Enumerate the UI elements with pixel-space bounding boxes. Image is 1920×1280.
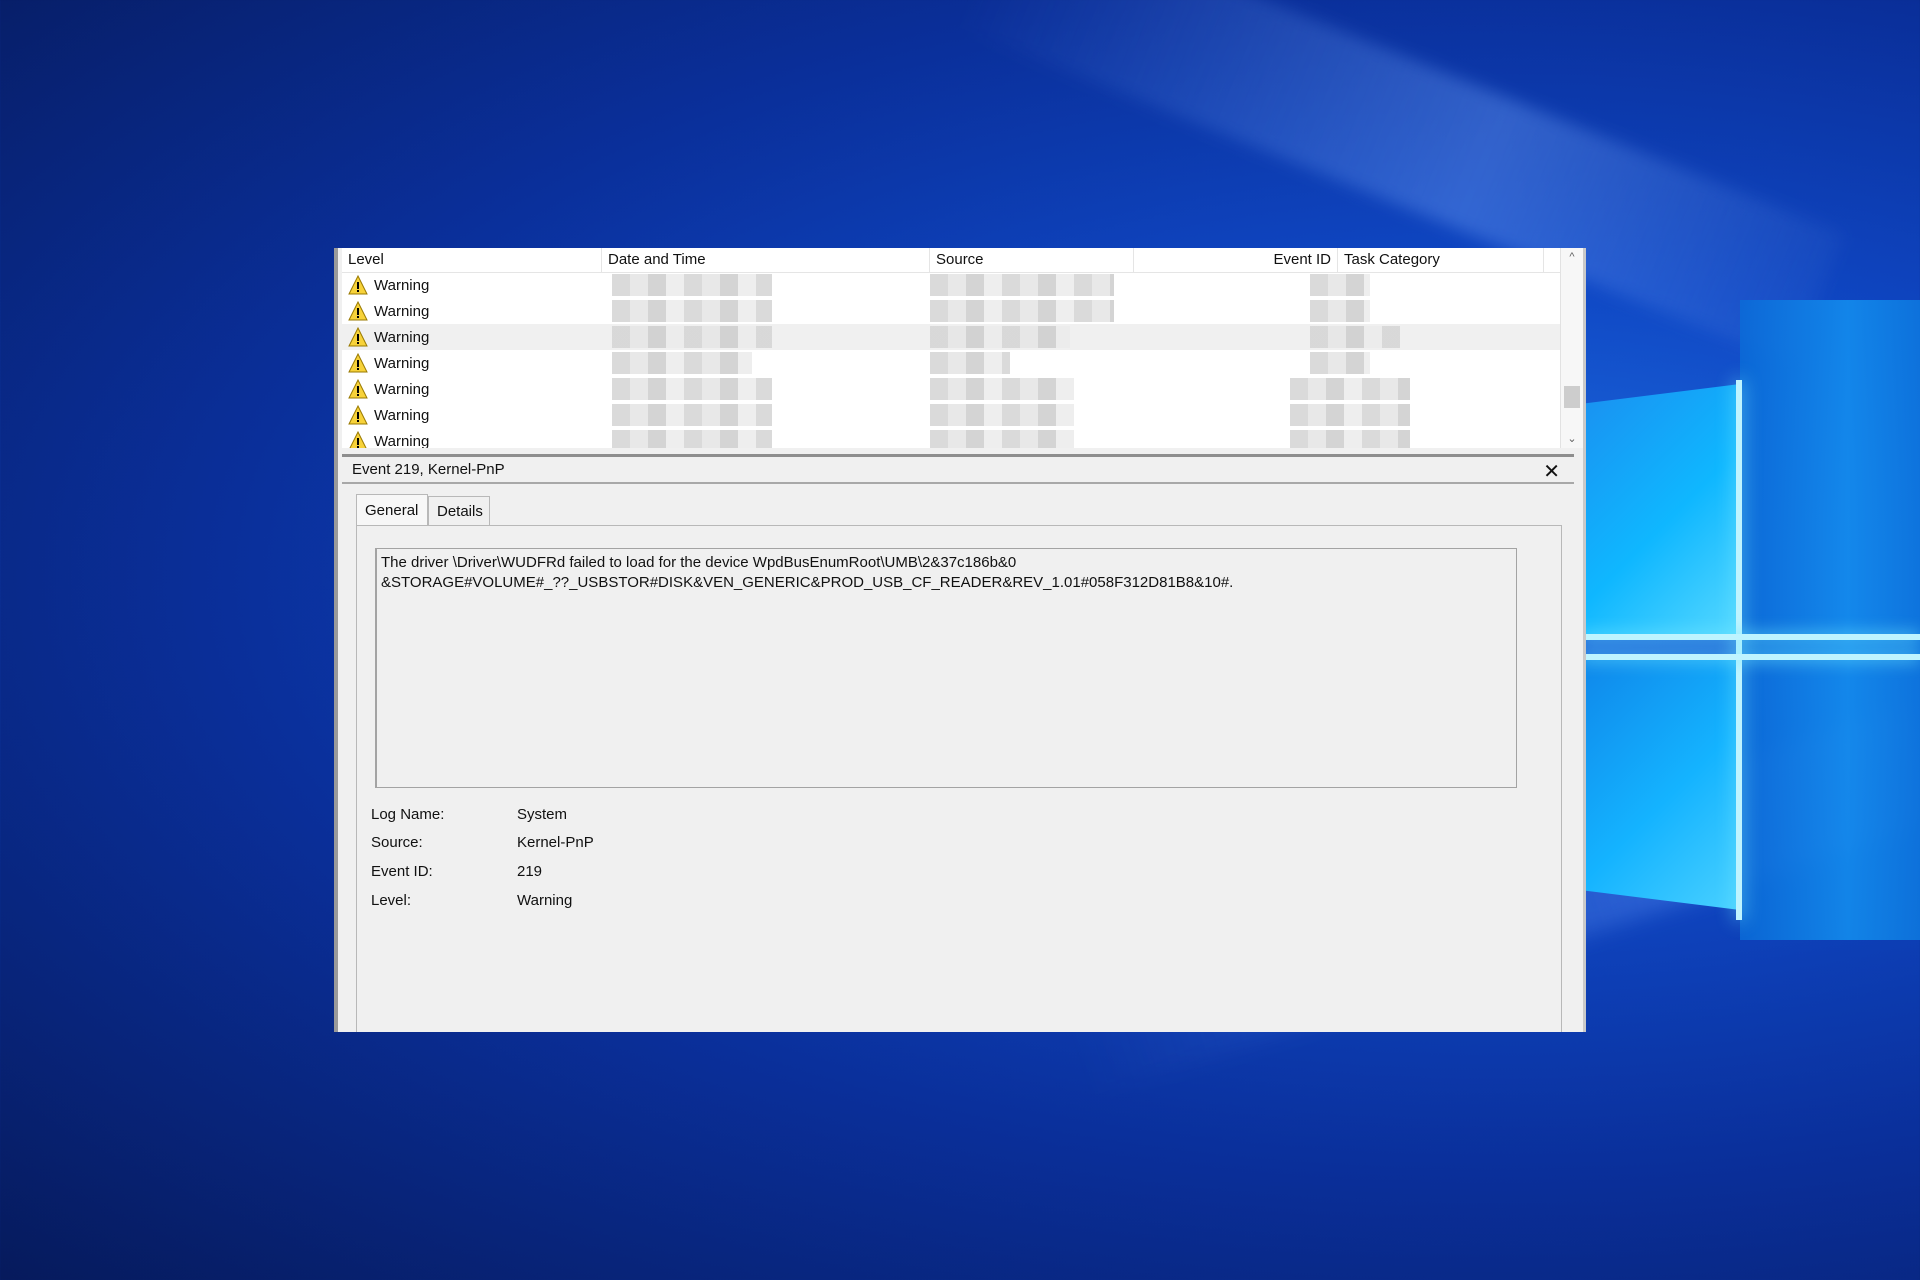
general-tab-panel: The driver \Driver\WUDFRd failed to load… [356, 525, 1562, 1032]
event-row[interactable]: Warning [342, 376, 1560, 402]
warning-icon [349, 431, 367, 448]
column-header-event-id[interactable]: Event ID [1134, 248, 1338, 272]
warning-icon [348, 405, 368, 425]
property-label: Event ID: [371, 863, 433, 880]
property-row: Level: Warning [371, 892, 771, 916]
windows-logo-glow [1736, 380, 1742, 920]
redacted-source [930, 274, 1114, 296]
tab-general[interactable]: General [356, 494, 428, 526]
event-row[interactable]: Warning [342, 272, 1560, 298]
column-header-task-category[interactable]: Task Category [1338, 248, 1544, 272]
warning-icon [348, 301, 368, 321]
redacted-date [612, 352, 752, 374]
event-list: Level Date and Time Source Event ID Task… [342, 248, 1560, 448]
redacted-date [612, 274, 772, 296]
redacted-id [1290, 404, 1410, 426]
event-level: Warning [374, 328, 430, 346]
event-row-selected[interactable]: Warning [342, 324, 1560, 350]
column-header-level[interactable]: Level [342, 248, 602, 272]
redacted-source [930, 326, 1070, 348]
property-label: Level: [371, 892, 412, 909]
tab-details[interactable]: Details [428, 496, 490, 526]
redacted-source [930, 300, 1114, 322]
property-row: Log Name: System [371, 806, 771, 830]
redacted-id [1310, 274, 1370, 296]
windows-logo-glow [1580, 634, 1920, 640]
event-viewer-window: Level Date and Time Source Event ID Task… [334, 248, 1586, 1032]
property-value: System [517, 806, 568, 823]
event-description[interactable]: The driver \Driver\WUDFRd failed to load… [375, 548, 1517, 788]
windows-logo-glow [1580, 654, 1920, 660]
redacted-id [1310, 352, 1370, 374]
redacted-date [612, 430, 772, 448]
event-row[interactable]: Warning [342, 402, 1560, 428]
warning-icon [348, 379, 368, 399]
redacted-id [1310, 300, 1370, 322]
windows-logo-pane [1580, 384, 1740, 634]
property-row: Source: Kernel-PnP [371, 834, 771, 858]
redacted-id [1310, 326, 1400, 348]
redacted-date [612, 326, 772, 348]
redacted-date [612, 404, 772, 426]
close-icon[interactable]: ✕ [1543, 459, 1560, 484]
redacted-id [1290, 378, 1410, 400]
event-level: Warning [374, 354, 430, 372]
warning-icon [348, 353, 368, 373]
event-detail-header: Event 219, Kernel-PnP ✕ [342, 454, 1574, 484]
warning-icon [348, 327, 368, 347]
windows-logo-pane [1740, 300, 1920, 940]
warning-icon [348, 275, 368, 295]
redacted-source [930, 378, 1074, 400]
event-level: Warning [374, 276, 430, 294]
event-level: Warning [374, 302, 430, 320]
event-row[interactable]: Warning [342, 298, 1560, 324]
event-list-header: Level Date and Time Source Event ID Task… [342, 248, 1560, 273]
property-label: Log Name: [371, 806, 445, 823]
event-level: Warning [374, 432, 430, 449]
redacted-source [930, 352, 1010, 374]
scroll-down-arrow-icon[interactable]: ⌄ [1561, 430, 1583, 448]
redacted-source [930, 430, 1074, 448]
event-row[interactable]: Warning [342, 428, 1560, 448]
event-level: Warning [374, 380, 430, 398]
redacted-date [612, 378, 772, 400]
property-value: 219 [517, 863, 543, 880]
redacted-id [1290, 430, 1410, 448]
property-label: Source: [371, 834, 423, 851]
property-value: Kernel-PnP [517, 834, 594, 851]
scroll-thumb[interactable] [1564, 386, 1580, 408]
column-header-source[interactable]: Source [930, 248, 1134, 272]
redacted-source [930, 404, 1074, 426]
property-row: Event ID: 219 [371, 863, 771, 887]
event-row[interactable]: Warning [342, 350, 1560, 376]
property-value: Warning [517, 892, 573, 909]
windows-logo-pane [1580, 660, 1740, 910]
event-level: Warning [374, 406, 430, 424]
event-detail-title: Event 219, Kernel-PnP [352, 461, 505, 478]
column-header-date-time[interactable]: Date and Time [602, 248, 930, 272]
redacted-date [612, 300, 772, 322]
event-list-scrollbar[interactable]: ^ ⌄ [1560, 248, 1583, 448]
scroll-up-arrow-icon[interactable]: ^ [1561, 248, 1583, 266]
